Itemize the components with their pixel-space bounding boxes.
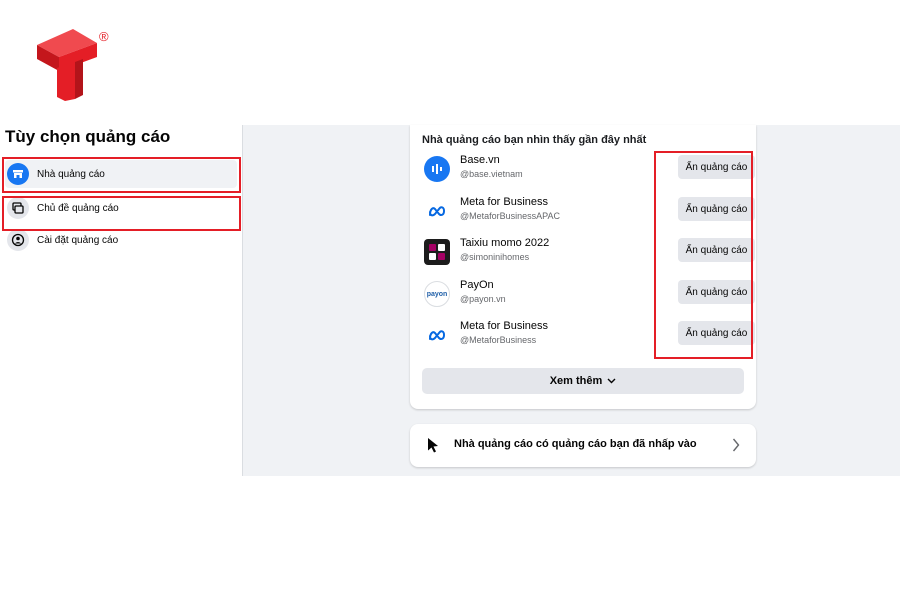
advertiser-handle: @MetaforBusiness xyxy=(460,335,537,345)
advertiser-name: Taixiu momo 2022 xyxy=(460,237,550,249)
sidebar-item-ad-topics[interactable]: Chủ đề quảng cáo xyxy=(5,194,237,222)
cursor-icon xyxy=(428,438,438,453)
hide-ads-button[interactable]: Ẩn quảng cáo xyxy=(678,197,755,221)
advertiser-row: payon PayOn @payon.vn Ẩn quảng cáo xyxy=(424,279,755,313)
user-settings-icon xyxy=(7,229,29,251)
clicked-advertisers-label: Nhà quảng cáo có quảng cáo bạn đã nhấp v… xyxy=(454,438,697,450)
sidebar-item-label: Chủ đề quảng cáo xyxy=(37,202,119,214)
advertiser-handle: @base.vietnam xyxy=(460,169,523,179)
meta-logo-icon xyxy=(424,198,450,224)
hide-ads-button[interactable]: Ẩn quảng cáo xyxy=(678,155,755,179)
payon-logo-icon: payon xyxy=(424,281,450,307)
see-more-button[interactable]: Xem thêm xyxy=(422,368,744,394)
sidebar-item-advertisers[interactable]: Nhà quảng cáo xyxy=(5,160,237,188)
advertiser-name: Base.vn xyxy=(460,154,500,166)
advertiser-handle: @simoninihomes xyxy=(460,252,530,262)
sidebar-item-label: Nhà quảng cáo xyxy=(37,168,105,180)
advertiser-name: PayOn xyxy=(460,279,494,291)
hide-ads-button[interactable]: Ẩn quảng cáo xyxy=(678,238,755,262)
meta-logo-icon xyxy=(424,322,450,348)
advertiser-row: Taixiu momo 2022 @simoninihomes Ẩn quảng… xyxy=(424,237,755,271)
see-more-label: Xem thêm xyxy=(549,375,603,387)
recent-advertisers-card: Nhà quảng cáo bạn nhìn thấy gần đây nhất… xyxy=(410,125,756,409)
momo-logo-icon xyxy=(424,239,450,265)
advertiser-handle: @MetaforBusinessAPAC xyxy=(460,211,561,221)
advertiser-name: Meta for Business xyxy=(460,320,549,332)
advertiser-row: Base.vn @base.vietnam Ẩn quảng cáo xyxy=(424,154,755,188)
sidebar-item-label: Cài đặt quảng cáo xyxy=(37,234,119,246)
chevron-down-icon xyxy=(607,378,616,384)
recent-advertisers-title: Nhà quảng cáo bạn nhìn thấy gần đây nhất xyxy=(422,134,647,146)
chevron-right-icon xyxy=(732,438,740,452)
registered-mark: ® xyxy=(99,29,109,44)
advertiser-name: Meta for Business xyxy=(460,196,549,208)
sidebar-item-ad-settings[interactable]: Cài đặt quảng cáo xyxy=(5,226,237,254)
page-title: Tùy chọn quảng cáo xyxy=(5,127,171,146)
hide-ads-button[interactable]: Ẩn quảng cáo xyxy=(678,321,755,345)
payon-logo-text: payon xyxy=(426,290,448,298)
clicked-advertisers-row[interactable]: Nhà quảng cáo có quảng cáo bạn đã nhấp v… xyxy=(410,424,756,467)
advertiser-row: Meta for Business @MetaforBusiness Ẩn qu… xyxy=(424,320,755,354)
hide-ads-button[interactable]: Ẩn quảng cáo xyxy=(678,280,755,304)
advertiser-row: Meta for Business @MetaforBusinessAPAC Ẩ… xyxy=(424,196,755,230)
advertiser-handle: @payon.vn xyxy=(460,294,506,304)
storefront-icon xyxy=(7,163,29,185)
topics-icon xyxy=(7,197,29,219)
brand-logo: ® xyxy=(35,27,115,103)
base-logo-icon xyxy=(424,156,450,182)
